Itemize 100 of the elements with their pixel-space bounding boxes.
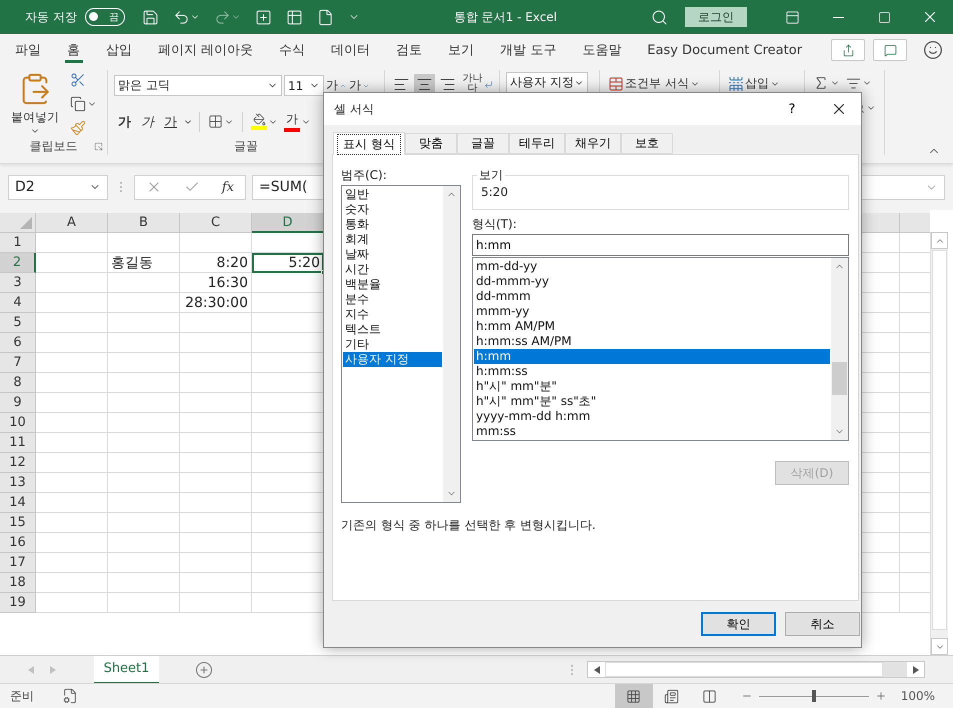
category-item[interactable]: 일반 bbox=[343, 187, 442, 202]
format-item[interactable]: h"시" mm"분" ss"초" bbox=[474, 394, 830, 409]
scroll-right-button[interactable] bbox=[907, 662, 924, 677]
format-item[interactable]: h"시" mm"분" bbox=[474, 379, 830, 394]
format-item[interactable]: h:mm:ss AM/PM bbox=[474, 334, 830, 349]
autosave-toggle[interactable]: 끔 bbox=[84, 8, 125, 26]
menu-tab[interactable]: 보기 bbox=[435, 34, 488, 66]
row-header[interactable]: 2 bbox=[0, 253, 36, 273]
format-item[interactable]: mm:ss bbox=[474, 424, 830, 439]
feedback-button[interactable] bbox=[921, 38, 945, 62]
bold-button[interactable]: 가 bbox=[114, 112, 135, 130]
format-item[interactable]: dd-mmm bbox=[474, 289, 830, 304]
format-list[interactable]: mm-dd-yy dd-mmm-yy dd-mmm mmm-yy h:mm AM/PM h:mm:ss AM/PM h:mm h:mm:ss h"시" mm"분" h"시" mm"분" ss"초" yyyy-mm-dd h:mm mm:ss bbox=[472, 257, 849, 441]
menu-tab[interactable]: 홈 bbox=[54, 34, 93, 66]
sheet-tab[interactable]: Sheet1 bbox=[94, 656, 159, 684]
row-header[interactable]: 7 bbox=[0, 353, 36, 373]
menu-tab[interactable]: Easy Document Creator bbox=[634, 34, 816, 66]
conditional-format-button[interactable]: 조건부 서식 bbox=[606, 73, 713, 94]
dialog-tab[interactable]: 채우기 bbox=[564, 133, 621, 154]
normal-view-button[interactable] bbox=[614, 684, 653, 708]
dialog-launcher[interactable] bbox=[94, 142, 103, 151]
row-header[interactable]: 5 bbox=[0, 313, 36, 333]
category-item[interactable]: 지수 bbox=[343, 307, 442, 322]
row-header[interactable]: 3 bbox=[0, 273, 36, 293]
row-header[interactable]: 9 bbox=[0, 393, 36, 413]
menu-tab[interactable]: 검토 bbox=[383, 34, 436, 66]
category-item[interactable]: 숫자 bbox=[343, 202, 442, 217]
row-header[interactable]: 13 bbox=[0, 473, 36, 493]
format-item[interactable]: h:mm bbox=[474, 349, 830, 364]
row-header[interactable]: 19 bbox=[0, 593, 36, 613]
dialog-tab[interactable]: 맞춤 bbox=[404, 133, 457, 154]
row-header[interactable]: 6 bbox=[0, 333, 36, 353]
row-header[interactable]: 12 bbox=[0, 453, 36, 473]
category-item[interactable]: 시간 bbox=[343, 262, 442, 277]
dialog-tab[interactable]: 테두리 bbox=[508, 133, 565, 154]
menu-tab[interactable]: 파일 bbox=[2, 34, 54, 66]
underline-button[interactable]: 가 bbox=[160, 112, 181, 130]
row-header[interactable]: 1 bbox=[0, 233, 36, 253]
help-button[interactable]: ? bbox=[777, 100, 807, 118]
paste-button[interactable]: 붙여넣기 bbox=[6, 70, 64, 138]
category-item[interactable]: 백분율 bbox=[343, 277, 442, 292]
format-item[interactable]: dd-mmm-yy bbox=[474, 274, 830, 289]
row-header[interactable]: 17 bbox=[0, 553, 36, 573]
type-field[interactable]: h:mm bbox=[472, 234, 849, 256]
wrap-text-button[interactable]: 가나다 bbox=[460, 72, 495, 96]
format-item[interactable]: h:mm:ss bbox=[474, 364, 830, 379]
cancel-button[interactable]: 취소 bbox=[785, 612, 860, 636]
dialog-tab[interactable]: 보호 bbox=[620, 133, 673, 154]
zoom-in-icon[interactable] bbox=[874, 690, 887, 702]
dialog-tab[interactable]: 표시 형식 bbox=[333, 132, 405, 155]
share-button[interactable] bbox=[831, 39, 865, 61]
slider-thumb[interactable] bbox=[812, 690, 816, 702]
category-item[interactable]: 사용자 지정 bbox=[343, 352, 442, 367]
login-button[interactable]: 로그인 bbox=[685, 7, 747, 27]
column-header[interactable]: D bbox=[252, 213, 324, 233]
category-item[interactable]: 기타 bbox=[343, 337, 442, 352]
active-cell[interactable]: 5:20 bbox=[252, 253, 324, 273]
menu-tab[interactable]: 도움말 bbox=[569, 34, 634, 66]
insert-function-button[interactable]: fx bbox=[222, 180, 234, 194]
font-color-button[interactable]: 가 bbox=[282, 109, 313, 134]
row-header[interactable]: 11 bbox=[0, 433, 36, 453]
comments-button[interactable] bbox=[873, 39, 907, 61]
category-list[interactable]: 일반 숫자 통화 회계 날짜 시간 백분율 분수 지수 텍스트 기타 사용자 지정 bbox=[341, 185, 461, 503]
format-item[interactable]: mm-dd-yy bbox=[474, 259, 830, 274]
font-size-field[interactable]: 11 bbox=[284, 75, 324, 96]
category-item[interactable]: 텍스트 bbox=[343, 322, 442, 337]
name-box[interactable]: D2 bbox=[8, 174, 108, 200]
italic-button[interactable]: 가 bbox=[137, 112, 158, 130]
row-header[interactable]: 8 bbox=[0, 373, 36, 393]
menu-tab[interactable]: 개발 도구 bbox=[487, 34, 570, 66]
menu-tab[interactable]: 데이터 bbox=[318, 34, 384, 66]
menu-tab[interactable]: 삽입 bbox=[93, 34, 145, 66]
insert-button[interactable]: 삽입 bbox=[726, 73, 798, 94]
scrollbar-thumb[interactable] bbox=[832, 362, 847, 395]
category-item[interactable]: 회계 bbox=[343, 232, 442, 247]
column-header[interactable]: B bbox=[108, 213, 180, 233]
column-header[interactable]: C bbox=[180, 213, 252, 233]
format-item[interactable]: yyyy-mm-dd h:mm bbox=[474, 409, 830, 424]
row-header[interactable]: 14 bbox=[0, 493, 36, 513]
category-item[interactable]: 날짜 bbox=[343, 247, 442, 262]
macro-record-icon[interactable] bbox=[62, 688, 78, 704]
ok-button[interactable]: 확인 bbox=[701, 612, 776, 636]
scroll-left-button[interactable] bbox=[588, 662, 605, 677]
column-header[interactable]: A bbox=[36, 213, 108, 233]
row-header[interactable]: 10 bbox=[0, 413, 36, 433]
row-header[interactable]: 4 bbox=[0, 293, 36, 313]
number-format-field[interactable]: 사용자 지정 bbox=[506, 72, 588, 93]
menu-tab[interactable]: 수식 bbox=[266, 34, 318, 66]
menu-tab[interactable]: 페이지 레이아웃 bbox=[145, 34, 266, 66]
category-item[interactable]: 통화 bbox=[343, 217, 442, 232]
row-header[interactable]: 15 bbox=[0, 513, 36, 533]
row-header[interactable]: 16 bbox=[0, 533, 36, 553]
format-item[interactable]: h:mm AM/PM bbox=[474, 319, 830, 334]
format-item[interactable]: mmm-yy bbox=[474, 304, 830, 319]
vertical-scrollbar[interactable] bbox=[930, 232, 948, 655]
row-header[interactable]: 18 bbox=[0, 573, 36, 593]
category-item[interactable]: 분수 bbox=[343, 292, 442, 307]
dialog-tab[interactable]: 글꼴 bbox=[456, 133, 509, 154]
font-name-field[interactable]: 맑은 고딕 bbox=[114, 75, 282, 96]
horizontal-scrollbar[interactable] bbox=[587, 661, 925, 678]
